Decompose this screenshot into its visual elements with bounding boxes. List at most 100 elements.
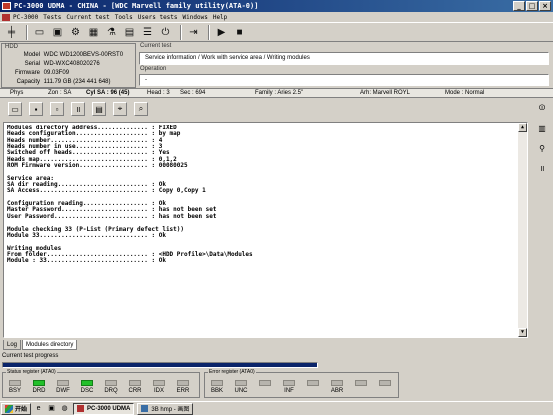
chip-icon[interactable]: ▦ <box>86 25 101 40</box>
drive-info-icon[interactable]: ▥ <box>534 121 550 135</box>
hdd-capacity-value: 111.79 GB (234 441 648) <box>43 79 111 85</box>
status-register-led <box>81 380 93 386</box>
save-icon[interactable]: ▪ <box>29 102 43 116</box>
taskbar-item-paint[interactable]: 3B hmp - 画图 <box>137 402 194 415</box>
app-icon <box>2 2 11 10</box>
document-icon[interactable]: ▤ <box>122 25 137 40</box>
menu-windows[interactable]: Windows <box>183 14 208 21</box>
open-folder-icon[interactable]: ▭ <box>8 102 22 116</box>
operation-field: - <box>139 74 549 86</box>
current-test-caption: Current test <box>140 43 172 49</box>
status-register-led <box>129 380 141 386</box>
status-register-led <box>105 380 117 386</box>
pc3000-task-icon <box>77 405 85 412</box>
status-register-group: Status register (ATA0) BSY DRD DWF DSC DRQ CR… <box>2 369 200 398</box>
minimize-button[interactable]: _ <box>513 1 525 11</box>
close-button[interactable]: × <box>539 1 551 11</box>
binoculars-icon[interactable]: ⌖ <box>113 102 127 116</box>
status-register-led-label: IDX <box>153 388 164 394</box>
error-register-led <box>355 380 367 386</box>
menu-help[interactable]: Help <box>213 14 227 21</box>
progress-fill <box>3 363 317 367</box>
stop-icon[interactable]: ■ <box>232 25 247 40</box>
status-register-led-label: DRQ <box>104 388 118 394</box>
status-register-led-label: ERR <box>176 388 190 394</box>
tool-icon[interactable]: ⚙ <box>68 25 83 40</box>
maximize-button[interactable]: □ <box>526 1 538 11</box>
menu-tools[interactable]: Tools <box>115 14 133 21</box>
menu-users-tests[interactable]: Users tests <box>138 14 178 21</box>
log-panel: Modules directory address.............. … <box>3 122 528 338</box>
taskbar-item-pc3000[interactable]: PC-3000 UDMA <box>73 402 135 415</box>
taskbar: 开始 e ▣ ◍ PC-3000 UDMA 3B hmp - 画图 <box>0 401 553 415</box>
list-icon[interactable]: ☰ <box>140 25 155 40</box>
status-register-caption: Status register (ATA0) <box>6 369 57 375</box>
status-register-led-label: DWF <box>56 388 70 394</box>
scroll-up-arrow[interactable]: ▲ <box>518 123 527 132</box>
progress-label: Current test progress <box>2 353 59 359</box>
drive-status-line: Phys Zon : SA Cyl SA : 96 (45) Head : 3 … <box>0 88 553 98</box>
quicklaunch-desktop-icon[interactable]: ▣ <box>46 404 57 414</box>
save-as-icon[interactable]: ▫ <box>50 102 64 116</box>
error-register-led <box>211 380 223 386</box>
menu-tests[interactable]: Tests <box>43 14 61 21</box>
error-register-group: Error register (ATA0) BBK UNC INF ABR <box>204 369 399 398</box>
status-register-led-label: DRD <box>32 388 46 394</box>
error-register-led <box>331 380 343 386</box>
power-icon[interactable]: ⏻ <box>158 25 173 40</box>
error-register-led-label: INF <box>284 388 294 394</box>
error-register-led <box>259 380 271 386</box>
current-test-panel: Current test Service information / Work … <box>137 43 552 88</box>
window-title: PC-3000 UDMA - CHINA - [WDC Marvell fami… <box>14 2 259 10</box>
menu-app-icon[interactable] <box>2 13 10 21</box>
title-bar: PC-3000 UDMA - CHINA - [WDC Marvell fami… <box>0 0 553 12</box>
progress-bar <box>2 362 318 368</box>
status-cyl: Cyl SA : 96 (45) <box>86 90 130 96</box>
status-register-led <box>9 380 21 386</box>
hdd-firmware-value: 09.03F09 <box>43 70 70 76</box>
pause-side-icon[interactable]: ॥ <box>534 161 550 175</box>
menu-pc3000[interactable]: PC-3000 <box>13 14 38 21</box>
status-register-led-label: DSC <box>80 388 94 394</box>
pause-icon[interactable]: ॥ <box>71 102 85 116</box>
cursor-icon[interactable]: ⇥ <box>186 25 201 40</box>
connect-icon[interactable]: ╪ <box>4 25 19 40</box>
hdd-model-label: Model <box>23 52 40 58</box>
menu-bar: PC-3000 Tests Current test Tools Users t… <box>0 12 553 22</box>
log-line: Module : 33............................ … <box>7 257 166 265</box>
find-next-icon[interactable]: ⌕ <box>134 102 148 116</box>
menu-current-test[interactable]: Current test <box>66 14 109 21</box>
status-register-led <box>177 380 189 386</box>
play-icon[interactable]: ▶ <box>214 25 229 40</box>
windows-logo-icon <box>5 404 13 413</box>
operation-caption: Operation <box>140 66 167 72</box>
paint-task-icon <box>141 405 149 412</box>
main-toolbar: ╪ ▭ ▣ ⚙ ▦ ⚗ ▤ ☰ ⏻ ⇥ ▶ ■ <box>0 22 553 42</box>
hdd-firmware-label: Firmware <box>15 70 40 76</box>
log-text[interactable]: Modules directory address.............. … <box>7 125 517 337</box>
error-register-caption: Error register (ATA0) <box>208 369 256 375</box>
taskbar-item-pc3000-label: PC-3000 UDMA <box>87 405 131 412</box>
tab-modules-directory[interactable]: Modules directory <box>22 340 78 350</box>
power-switch-icon[interactable]: ⏼ <box>534 101 550 115</box>
status-sec: Sec : 694 <box>180 90 206 96</box>
disk-icon[interactable]: ▣ <box>50 25 65 40</box>
flask-icon[interactable]: ⚗ <box>104 25 119 40</box>
hdd-info-panel: HDD Model WDC WD1200BEVS-00RST0 Serial W… <box>1 43 136 88</box>
start-button[interactable]: 开始 <box>1 402 32 415</box>
error-register-led <box>283 380 295 386</box>
quicklaunch-explorer-icon[interactable]: ◍ <box>59 404 70 414</box>
hdd-capacity-row: Capacity 111.79 GB (234 441 648) <box>2 79 137 85</box>
log-tabs: Log Modules directory <box>3 340 78 350</box>
status-register-led <box>33 380 45 386</box>
status-register-led <box>57 380 69 386</box>
document-icon[interactable]: ▤ <box>92 102 106 116</box>
error-register-led-label: UNC <box>234 388 248 394</box>
tab-log[interactable]: Log <box>3 340 22 350</box>
drive-icon[interactable]: ▭ <box>32 25 47 40</box>
probe-icon[interactable]: ⚲ <box>534 141 550 155</box>
hdd-model-row: Model WDC WD1200BEVS-00RST0 <box>2 52 137 58</box>
quicklaunch-ie-icon[interactable]: e <box>33 404 44 414</box>
scroll-down-arrow[interactable]: ▼ <box>518 328 527 337</box>
log-scrollbar[interactable]: ▲ ▼ <box>518 123 527 337</box>
